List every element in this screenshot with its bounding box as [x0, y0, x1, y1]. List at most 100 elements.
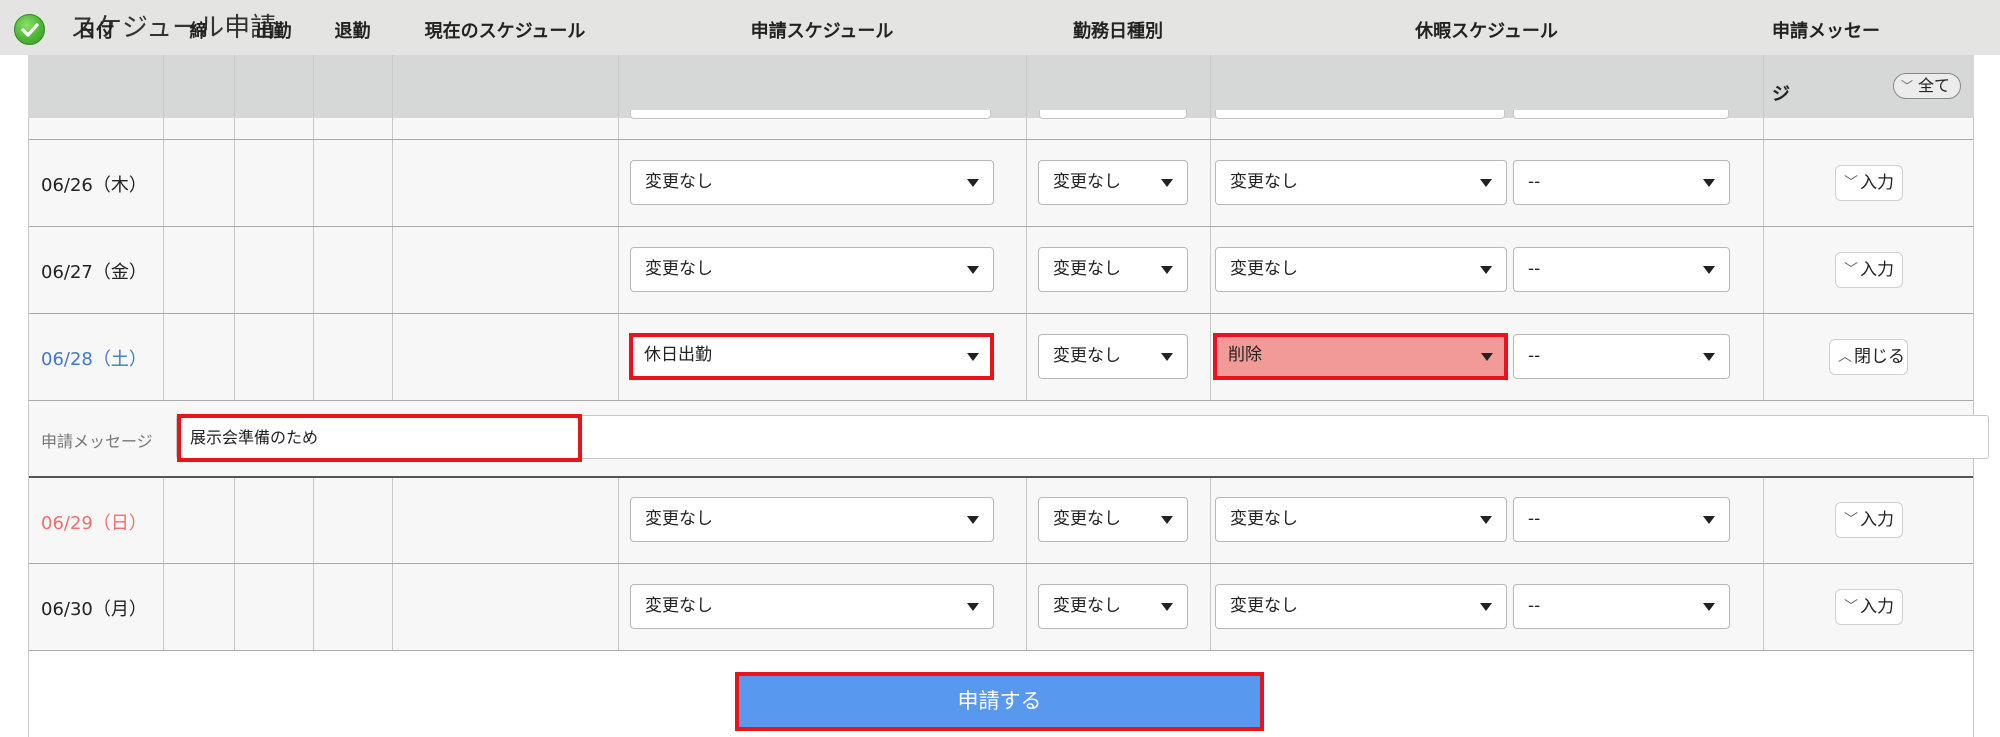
leave-sub-select[interactable]: -- — [1513, 160, 1730, 205]
grid-line — [313, 478, 314, 650]
leave-sub-select[interactable]: -- — [1513, 584, 1730, 629]
workday-type-select[interactable]: 変更なし — [1038, 584, 1188, 629]
column-header-clock-out: 退勤 — [334, 21, 371, 42]
caret-down-icon — [1703, 353, 1715, 361]
workday-type-value: 変更なし — [1053, 596, 1121, 616]
row-divider — [29, 226, 1973, 227]
caret-down-icon — [1161, 179, 1173, 187]
leave-sub-value: -- — [1528, 509, 1541, 529]
select-partial — [1513, 110, 1729, 119]
column-header-clock-in: 出勤 — [255, 21, 292, 42]
caret-down-icon — [1480, 179, 1492, 187]
request-schedule-value: 変更なし — [645, 172, 713, 192]
request-message-row: 申請メッセージ 展示会準備のため — [29, 400, 1989, 477]
message-button-label: 入力 — [1860, 597, 1894, 617]
chevron-up-icon: ︿ — [1838, 349, 1852, 365]
caret-down-icon — [967, 516, 979, 524]
caret-down-icon — [1161, 603, 1173, 611]
leave-schedule-select[interactable]: 変更なし — [1215, 584, 1507, 629]
request-schedule-select[interactable]: 変更なし — [630, 584, 994, 629]
workday-type-select[interactable]: 変更なし — [1038, 334, 1188, 379]
caret-down-icon — [1480, 603, 1492, 611]
column-header-leave-schedule: 休暇スケジュール — [1415, 21, 1558, 42]
chevron-down-icon: ﹀ — [1844, 175, 1858, 191]
expand-all-button[interactable]: ﹀ 全て — [1893, 73, 1961, 99]
request-schedule-value: 変更なし — [645, 596, 713, 616]
grid-line — [1210, 55, 1211, 400]
row-date: 06/26（木） — [41, 175, 147, 196]
leave-sub-value: -- — [1528, 259, 1541, 279]
grid-line — [313, 55, 314, 400]
caret-down-icon — [1703, 603, 1715, 611]
workday-type-select[interactable]: 変更なし — [1038, 160, 1188, 205]
caret-down-icon — [967, 603, 979, 611]
row-divider — [29, 563, 1973, 564]
grid-line — [163, 55, 164, 400]
grid-line — [234, 478, 235, 650]
request-schedule-select[interactable]: 休日出勤 — [629, 333, 994, 380]
caret-down-icon — [1480, 516, 1492, 524]
leave-schedule-select[interactable]: 変更なし — [1215, 160, 1507, 205]
chevron-down-icon: ﹀ — [1844, 512, 1858, 528]
workday-type-value: 変更なし — [1053, 259, 1121, 279]
grid-line — [1763, 478, 1764, 650]
leave-schedule-value: 削除 — [1228, 345, 1262, 365]
message-input-button[interactable]: ﹀ 入力 — [1835, 589, 1903, 625]
leave-sub-value: -- — [1528, 172, 1541, 192]
grid-line — [1026, 55, 1027, 400]
row-date: 06/28（土） — [41, 349, 147, 370]
row-divider — [29, 476, 1973, 478]
submit-request-button[interactable]: 申請する — [735, 672, 1264, 731]
chevron-down-icon: ﹀ — [1901, 79, 1914, 93]
caret-down-icon — [1703, 516, 1715, 524]
leave-schedule-select[interactable]: 変更なし — [1215, 497, 1507, 542]
select-partial — [630, 110, 991, 119]
grid-line — [618, 478, 619, 650]
grid-line — [392, 55, 393, 400]
request-schedule-select[interactable]: 変更なし — [630, 497, 994, 542]
leave-sub-select[interactable]: -- — [1513, 497, 1730, 542]
table-row-partial — [29, 118, 1973, 140]
caret-down-icon — [967, 353, 979, 361]
leave-sub-value: -- — [1528, 596, 1541, 616]
expand-all-label: 全て — [1918, 76, 1951, 95]
select-partial — [1039, 110, 1187, 119]
message-input-button[interactable]: ﹀ 入力 — [1835, 502, 1903, 538]
request-schedule-select[interactable]: 変更なし — [630, 247, 994, 292]
row-date: 06/30（月） — [41, 599, 147, 620]
grid-line — [1026, 478, 1027, 650]
message-input-button[interactable]: ﹀ 入力 — [1835, 252, 1903, 288]
message-input-button[interactable]: ﹀ 入力 — [1835, 165, 1903, 201]
chevron-down-icon: ﹀ — [1844, 599, 1858, 615]
leave-schedule-value: 変更なし — [1230, 259, 1298, 279]
request-message-label: 申請メッセージ — [41, 432, 153, 451]
request-message-value[interactable]: 展示会準備のため — [177, 414, 582, 462]
caret-down-icon — [1161, 266, 1173, 274]
request-schedule-select[interactable]: 変更なし — [630, 160, 994, 205]
column-header-workday-type: 勤務日種別 — [1073, 21, 1163, 42]
leave-schedule-value: 変更なし — [1230, 596, 1298, 616]
grid-line — [392, 478, 393, 650]
message-button-label: 入力 — [1860, 510, 1894, 530]
row-divider — [29, 313, 1973, 314]
workday-type-select[interactable]: 変更なし — [1038, 247, 1188, 292]
leave-schedule-value: 変更なし — [1230, 172, 1298, 192]
workday-type-select[interactable]: 変更なし — [1038, 497, 1188, 542]
grid-line — [618, 55, 619, 400]
caret-down-icon — [1161, 516, 1173, 524]
request-schedule-value: 変更なし — [645, 509, 713, 529]
leave-sub-select[interactable]: -- — [1513, 334, 1730, 379]
leave-schedule-select[interactable]: 削除 — [1213, 333, 1508, 380]
row-date: 06/27（金） — [41, 262, 147, 283]
row-divider — [29, 139, 1973, 140]
grid-line — [234, 55, 235, 400]
request-schedule-value: 休日出勤 — [644, 345, 712, 365]
leave-sub-select[interactable]: -- — [1513, 247, 1730, 292]
workday-type-value: 変更なし — [1053, 346, 1121, 366]
leave-schedule-select[interactable]: 変更なし — [1215, 247, 1507, 292]
caret-down-icon — [1703, 179, 1715, 187]
message-close-button[interactable]: ︿ 閉じる — [1829, 339, 1908, 375]
row-divider — [29, 400, 1973, 401]
workday-type-value: 変更なし — [1053, 172, 1121, 192]
caret-down-icon — [967, 179, 979, 187]
